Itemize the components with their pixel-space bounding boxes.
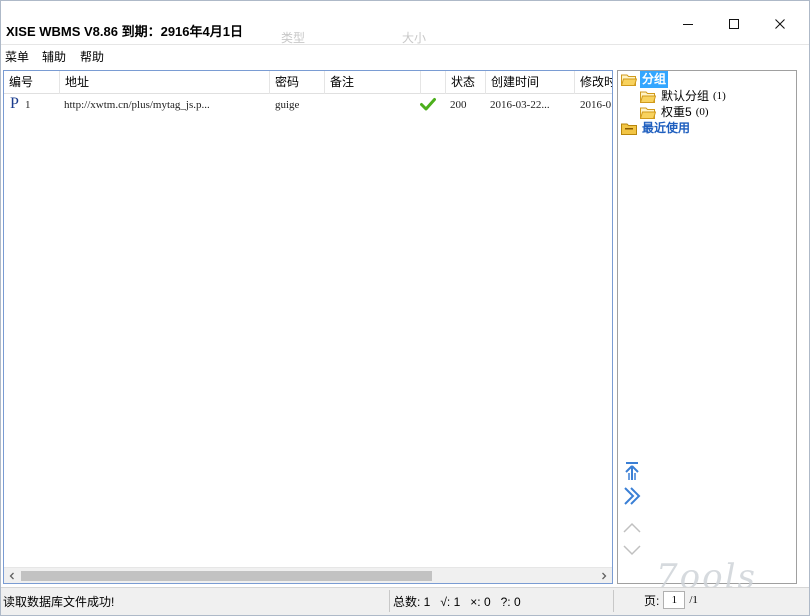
- window-title: XISE WBMS V8.86 到期：2916年4月1日: [6, 24, 243, 39]
- menu-bar: 菜单 辅助 帮助: [1, 45, 809, 67]
- chevron-left-icon: [9, 572, 14, 580]
- cell-password: guige: [275, 99, 300, 111]
- cell-id: 1: [25, 99, 31, 111]
- folder-open-icon: [640, 107, 656, 119]
- menu-item-help[interactable]: 帮助: [80, 48, 104, 65]
- menu-item-main[interactable]: 菜单: [5, 48, 29, 65]
- page-label: 页:: [644, 593, 660, 608]
- chevron-down-icon: [623, 545, 641, 556]
- status-stats: 总数: 1 √: 1 ×: 0 ?: 0: [393, 595, 521, 609]
- tree-item-count: (1): [713, 90, 726, 102]
- tree-item-default-group[interactable]: 默认分组 (1): [640, 88, 726, 105]
- minimize-button[interactable]: [665, 9, 711, 39]
- check-icon: [420, 97, 436, 113]
- horizontal-scrollbar[interactable]: [4, 567, 612, 583]
- table-row[interactable]: P 1 http://xwtm.cn/plus/mytag_js.p... gu…: [4, 95, 612, 115]
- tree-item-label: 默认分组: [661, 89, 710, 103]
- column-header-created[interactable]: 创建时间: [486, 71, 575, 94]
- status-divider: [389, 590, 390, 612]
- tree-item-count: (0): [695, 106, 709, 118]
- cell-created: 2016-03-22...: [490, 99, 550, 111]
- column-header-icon[interactable]: [421, 71, 446, 94]
- close-icon: [775, 19, 785, 29]
- page-input[interactable]: 1: [663, 591, 686, 609]
- column-header-note[interactable]: 备注: [325, 71, 421, 94]
- move-up-button[interactable]: [621, 516, 643, 538]
- status-divider: [613, 590, 614, 612]
- expand-button[interactable]: [621, 485, 643, 507]
- column-header-status[interactable]: 状态: [446, 71, 486, 94]
- scrollbar-thumb[interactable]: [21, 571, 432, 581]
- status-bar: 读取数据库文件成功! 总数: 1 √: 1 ×: 0 ?: 0 页: 1 /1: [1, 587, 809, 615]
- minimize-icon: [683, 24, 693, 25]
- grid-header: 编号 地址 密码 备注 状态 创建时间 修改时: [4, 71, 612, 94]
- arrow-top-icon: [625, 462, 639, 480]
- app-window: XISE WBMS V8.86 到期：2916年4月1日 类型 大小 菜单 辅助…: [0, 0, 810, 616]
- group-tree[interactable]: 分组 默认分组 (1) 权重5 (0) 最近使用: [617, 70, 797, 584]
- column-header-password[interactable]: 密码: [270, 71, 325, 94]
- page-icon: P: [10, 95, 19, 112]
- tree-root-label: 分组: [640, 71, 669, 88]
- tree-item-label: 最近使用: [642, 121, 691, 135]
- scroll-right-button[interactable]: [596, 568, 612, 583]
- close-button[interactable]: [757, 9, 803, 39]
- double-chevron-right-icon: [624, 487, 641, 505]
- site-grid[interactable]: 编号 地址 密码 备注 状态 创建时间 修改时 P 1 http://xwtm.…: [3, 70, 613, 584]
- column-header-id[interactable]: 编号: [4, 71, 60, 94]
- pager: 页: 1 /1: [644, 591, 698, 609]
- move-down-button[interactable]: [621, 539, 643, 561]
- scroll-left-button[interactable]: [4, 568, 20, 583]
- page-total: /1: [689, 594, 698, 606]
- column-header-address[interactable]: 地址: [60, 71, 270, 94]
- folder-open-icon: [640, 91, 656, 103]
- move-to-top-button[interactable]: [621, 460, 643, 482]
- tree-item-label: 权重5: [661, 105, 692, 119]
- menu-item-assist[interactable]: 辅助: [42, 48, 66, 65]
- tree-item-weight5[interactable]: 权重5 (0): [640, 104, 709, 121]
- chevron-right-icon: [602, 572, 607, 580]
- tree-item-recent[interactable]: 最近使用: [621, 120, 692, 137]
- chevron-up-icon: [623, 522, 641, 533]
- cell-modified: 2016-0: [580, 99, 612, 111]
- column-header-modified[interactable]: 修改时: [575, 71, 612, 94]
- title-bar[interactable]: XISE WBMS V8.86 到期：2916年4月1日 类型 大小: [1, 1, 809, 45]
- tree-root-group[interactable]: 分组: [621, 71, 669, 88]
- cell-status: 200: [450, 99, 467, 111]
- folder-open-icon: [621, 74, 637, 86]
- status-message: 读取数据库文件成功!: [3, 595, 115, 609]
- maximize-icon: [729, 19, 739, 29]
- folder-icon: [621, 123, 637, 135]
- maximize-button[interactable]: [711, 9, 757, 39]
- cell-address: http://xwtm.cn/plus/mytag_js.p...: [64, 99, 210, 111]
